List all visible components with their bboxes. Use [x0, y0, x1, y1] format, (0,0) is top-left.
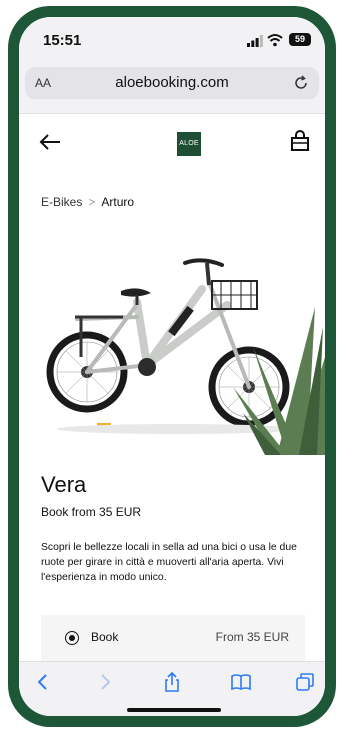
- breadcrumb-separator: >: [88, 195, 96, 209]
- product-description: Scopri le bellezze locali in sella ad un…: [41, 542, 297, 583]
- option-price: From 35 EUR: [215, 630, 289, 644]
- option-label: Book: [91, 630, 119, 644]
- product-name: Vera: [41, 472, 87, 497]
- ebike-product-image: [37, 237, 325, 455]
- status-time: 15:51: [43, 32, 82, 49]
- home-indicator: [127, 708, 221, 712]
- browser-toolbar: [19, 661, 325, 716]
- back-arrow-icon[interactable]: [39, 133, 61, 151]
- product-price-summary: Book from 35 EUR: [41, 505, 142, 519]
- shopping-bag-icon[interactable]: [290, 130, 310, 152]
- share-icon[interactable]: [162, 672, 182, 692]
- breadcrumb: E-Bikes > Arturo: [41, 195, 134, 209]
- url-text[interactable]: aloebooking.com: [25, 74, 319, 91]
- back-icon[interactable]: [33, 672, 53, 692]
- radio-selected-icon[interactable]: [65, 631, 79, 645]
- aloe-logo[interactable]: ALOE: [177, 132, 201, 156]
- forward-icon[interactable]: [95, 672, 115, 692]
- wifi-icon: [267, 34, 283, 47]
- battery-icon: 59: [289, 33, 311, 46]
- address-bar[interactable]: AA aloebooking.com: [25, 67, 319, 99]
- phone-frame: 15:51 59 AA aloebooking.com ALOE E-Bikes…: [8, 6, 336, 727]
- tabs-icon[interactable]: [295, 672, 315, 692]
- booking-option[interactable]: Book From 35 EUR: [41, 615, 305, 661]
- breadcrumb-current: Arturo: [101, 195, 135, 209]
- status-bar: 15:51 59: [19, 17, 325, 61]
- bookmarks-icon[interactable]: [231, 672, 251, 692]
- reload-icon[interactable]: [293, 75, 309, 91]
- breadcrumb-parent[interactable]: E-Bikes: [41, 195, 82, 209]
- cellular-signal-icon: [247, 35, 263, 47]
- screen: 15:51 59 AA aloebooking.com ALOE E-Bikes…: [19, 17, 325, 716]
- address-bar-area: AA aloebooking.com: [19, 61, 325, 114]
